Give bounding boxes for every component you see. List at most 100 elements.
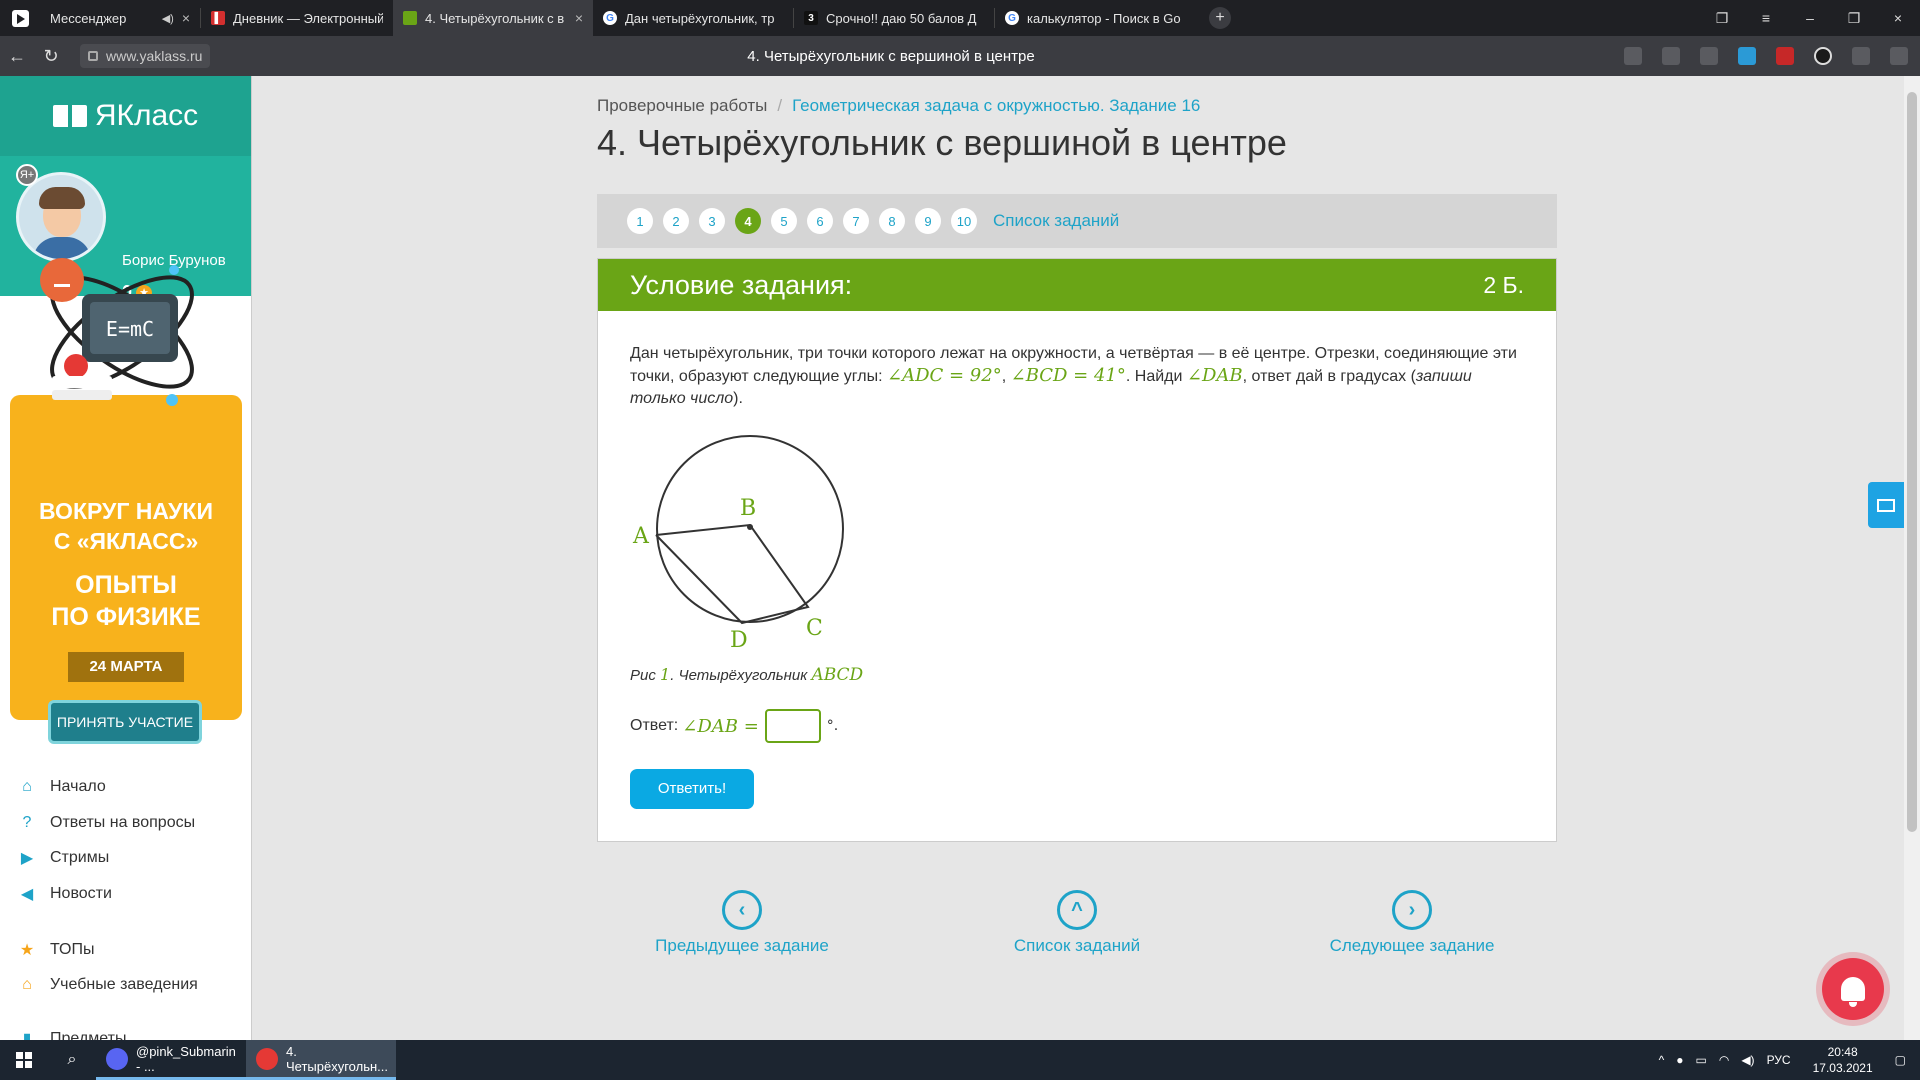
address-bar: ← ↻ www.yaklass.ru 4. Четырёхугольник с … [0,36,1920,76]
new-tab-button[interactable]: + [1209,7,1231,29]
breadcrumb: Проверочные работы / Геометрическая задача… [597,96,1201,115]
download-icon[interactable] [1890,47,1908,65]
label-a: A [632,524,650,549]
scrollbar-thumb[interactable] [1907,92,1917,832]
vk-icon[interactable] [1814,47,1832,65]
wifi-icon[interactable]: ◠ [1719,1053,1729,1067]
notifications-button[interactable] [1822,958,1884,1020]
search-icon[interactable]: ⌕ [48,1051,96,1069]
extensions [1624,36,1908,76]
sidebar-item-tops[interactable]: ★ ТОПы [16,939,95,961]
clock[interactable]: 20:48 17.03.2021 [1813,1044,1873,1076]
taskbar-app-browser[interactable]: 4. Четырёхугольн... [246,1040,396,1080]
add-user-icon[interactable]: Я+ [16,164,38,186]
tabs-icon[interactable] [1624,47,1642,65]
page-2[interactable]: 2 [663,208,689,234]
answer-row: Ответ: ∠DAB = °. [630,709,838,743]
breadcrumb-root[interactable]: Проверочные работы [597,96,767,115]
close-tab-icon[interactable]: × [182,10,190,26]
page-9[interactable]: 9 [915,208,941,234]
next-task-link[interactable]: › Следующее задание [1282,890,1542,956]
figure-caption: Рис 1. Четырёхугольник ABCD [630,665,864,685]
main-content: Проверочные работы / Геометрическая задача… [252,76,1902,1040]
windows-icon [16,1052,32,1068]
page-1[interactable]: 1 [627,208,653,234]
page-title: 4. Четырёхугольник с вершиной в центре [597,122,1287,163]
tab-messenger[interactable]: Мессенджер ◀) × [40,0,200,36]
tab-google-calc[interactable]: G калькулятор - Поиск в Go [995,0,1195,36]
task-text: Дан четырёхугольник, три точки которого … [630,345,1517,407]
start-button[interactable] [0,1040,48,1080]
taskbar: ⌕ @pink_Submarin - ... 4. Четырёхугольн.… [0,1040,1920,1080]
browser-tab-bar: Мессенджер ◀) × ▌ Дневник — Электронный … [0,0,1920,36]
sidebar-item-home[interactable]: ⌂ Начало [16,776,106,798]
notifications-icon[interactable]: ▢ [1895,1053,1906,1067]
promo-illustration: E=mC [40,258,194,406]
tab-znanija[interactable]: 3 Срочно!! даю 50 балов Д [794,0,994,36]
bookmark-icon[interactable] [1700,47,1718,65]
tab-current[interactable]: 4. Четырёхугольник с в × [393,0,593,36]
system-tray: ^ ● ▭ ◠ ◀) РУС 20:48 17.03.2021 ▢ [1653,1040,1920,1080]
logo[interactable]: ЯКласс [0,76,251,156]
news-icon: ◀ [20,886,34,903]
extension-icon[interactable] [1776,47,1794,65]
window-controls: ❐ ≡ – ❐ × [1700,0,1920,36]
task-list-bottom-link[interactable]: ^ Список заданий [947,890,1207,956]
mail-icon [1877,498,1895,512]
volume-icon[interactable]: ◀) [1741,1053,1754,1067]
restore-icon[interactable]: ❐ [1832,10,1876,27]
znanija-icon: 3 [804,11,818,25]
page-10[interactable]: 10 [951,208,977,234]
star-icon: ★ [19,942,35,959]
submit-button[interactable]: Ответить! [630,769,754,809]
page-scrollbar[interactable] [1904,76,1920,1040]
task-header: Условие задания: 2 Б. [598,259,1556,311]
battery-icon[interactable]: ▭ [1696,1053,1707,1067]
google-icon: G [603,11,617,25]
collections-icon[interactable] [1852,47,1870,65]
chevron-up-icon[interactable]: ^ [1659,1053,1665,1067]
stream-icon: ▶ [20,850,34,867]
prev-task-link[interactable]: ‹ Предыдущее задание [612,890,872,956]
join-button[interactable]: ПРИНЯТЬ УЧАСТИЕ [48,700,202,744]
promo-formula: E=mC [106,317,154,341]
task-points: 2 Б. [1483,271,1524,298]
browser-menu-button[interactable] [0,0,40,36]
chevron-right-icon: › [1392,890,1432,930]
extension-icon[interactable] [1738,47,1756,65]
page-7[interactable]: 7 [843,208,869,234]
diary-icon: ▌ [211,11,225,25]
chevron-up-icon: ^ [1057,890,1097,930]
label-b: B [740,496,756,521]
feedback-button[interactable] [1868,482,1904,528]
sidebar-item-answers[interactable]: ? Ответы на вопросы [16,812,196,834]
sidebar-item-news[interactable]: ◀ Новости [16,883,112,905]
microphone-icon[interactable]: ● [1676,1053,1683,1067]
menu-icon[interactable]: ≡ [1744,10,1788,26]
close-window-icon[interactable]: × [1876,10,1920,26]
taskbar-app-discord[interactable]: @pink_Submarin - ... [96,1040,246,1080]
page-8[interactable]: 8 [879,208,905,234]
language-indicator[interactable]: РУС [1767,1053,1791,1067]
answer-input[interactable] [764,709,821,743]
bell-icon [1841,977,1865,1007]
yaklass-icon [403,11,417,25]
sidebar-item-streams[interactable]: ▶ Стримы [16,847,109,869]
tab-google-task[interactable]: G Дан четырёхугольник, тр [593,0,793,36]
yandex-browser-icon [256,1047,278,1070]
protect-icon[interactable] [1662,47,1680,65]
speaker-icon[interactable]: ◀) [162,12,174,25]
page-5[interactable]: 5 [771,208,797,234]
page-4-active[interactable]: 4 [735,208,761,234]
page-3[interactable]: 3 [699,208,725,234]
breadcrumb-current[interactable]: Геометрическая задача с окружностью. Зад… [792,96,1200,115]
sidebar-item-institutions[interactable]: ⌂ Учебные заведения [16,974,198,996]
tab-diary[interactable]: ▌ Дневник — Электронный [201,0,393,36]
minimize-icon[interactable]: – [1788,10,1832,26]
task-list-link[interactable]: Список заданий [993,211,1119,231]
promo-line-2: С «ЯКЛАСС» [53,528,199,554]
page-6[interactable]: 6 [807,208,833,234]
close-tab-icon[interactable]: × [575,10,583,26]
bookmarks-icon[interactable]: ❐ [1700,10,1744,27]
question-icon: ? [22,814,32,831]
